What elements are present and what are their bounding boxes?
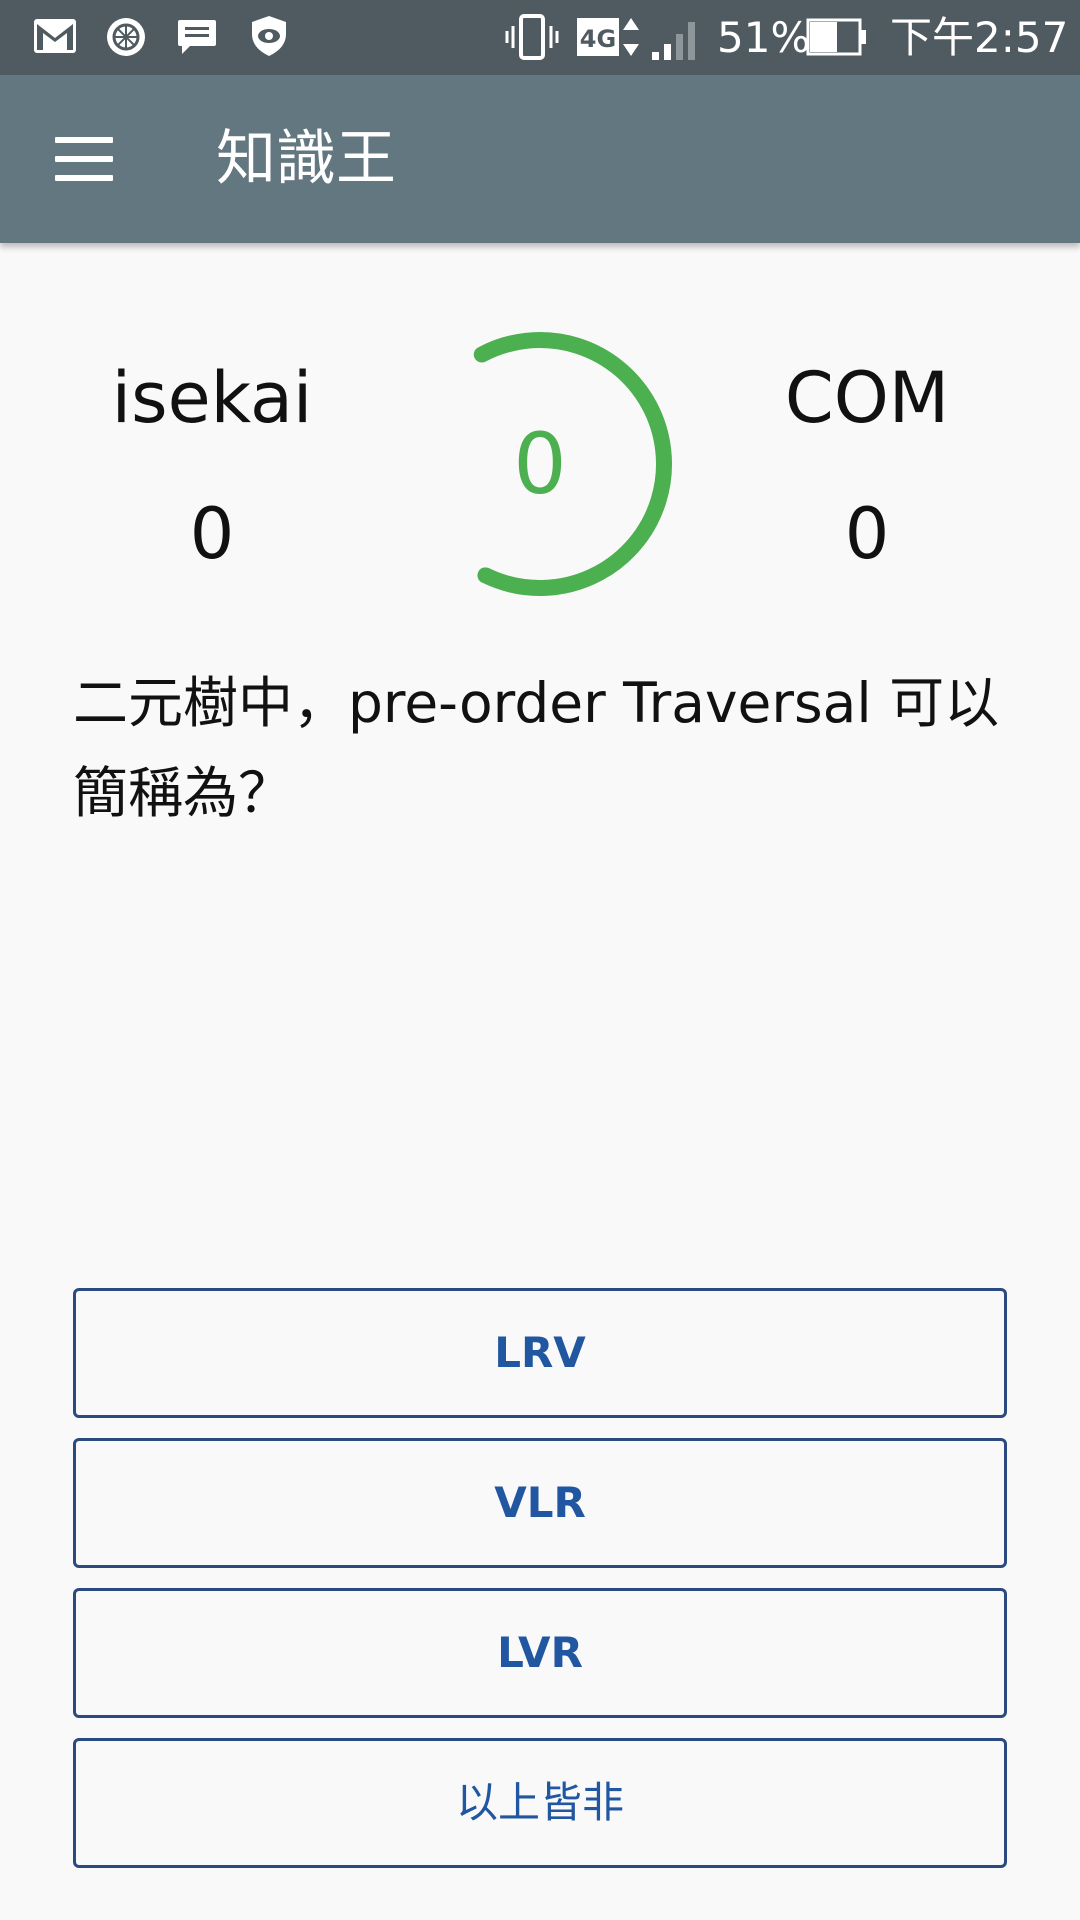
signal-icon (652, 22, 695, 60)
app-title: 知識王 (216, 124, 396, 194)
app-bar: 知識王 (0, 75, 1080, 243)
gmail-icon (34, 19, 76, 53)
battery-percent: 51% (717, 13, 811, 62)
shield-eye-icon (252, 16, 286, 56)
lemon-app-icon (107, 18, 145, 56)
option-button-2[interactable]: VLR (73, 1438, 1007, 1568)
clock: 下午2:57 (890, 13, 1069, 62)
countdown-timer: 0 (406, 330, 674, 598)
hamburger-menu-icon[interactable] (55, 137, 113, 181)
player-left: isekai 0 (62, 358, 362, 574)
question-text: 二元樹中，pre-order Traversal 可以簡稱為？ (73, 671, 1000, 825)
svg-text:4G: 4G (580, 25, 616, 53)
option-button-3[interactable]: LVR (73, 1588, 1007, 1718)
player-right-name: COM (784, 357, 950, 439)
vibrate-icon (505, 14, 559, 60)
player-left-name: isekai (111, 357, 313, 439)
messages-icon (178, 20, 216, 54)
status-bar: 4G 51% 下午2:57 (0, 0, 1080, 75)
player-left-score: 0 (189, 493, 235, 575)
player-right-score: 0 (844, 493, 890, 575)
option-button-1[interactable]: LRV (73, 1288, 1007, 1418)
option-button-4[interactable]: 以上皆非 (73, 1738, 1007, 1868)
timer-value: 0 (513, 415, 567, 513)
network-4g-icon: 4G (577, 18, 639, 56)
player-right: COM 0 (717, 358, 1017, 574)
battery-icon (806, 18, 866, 56)
